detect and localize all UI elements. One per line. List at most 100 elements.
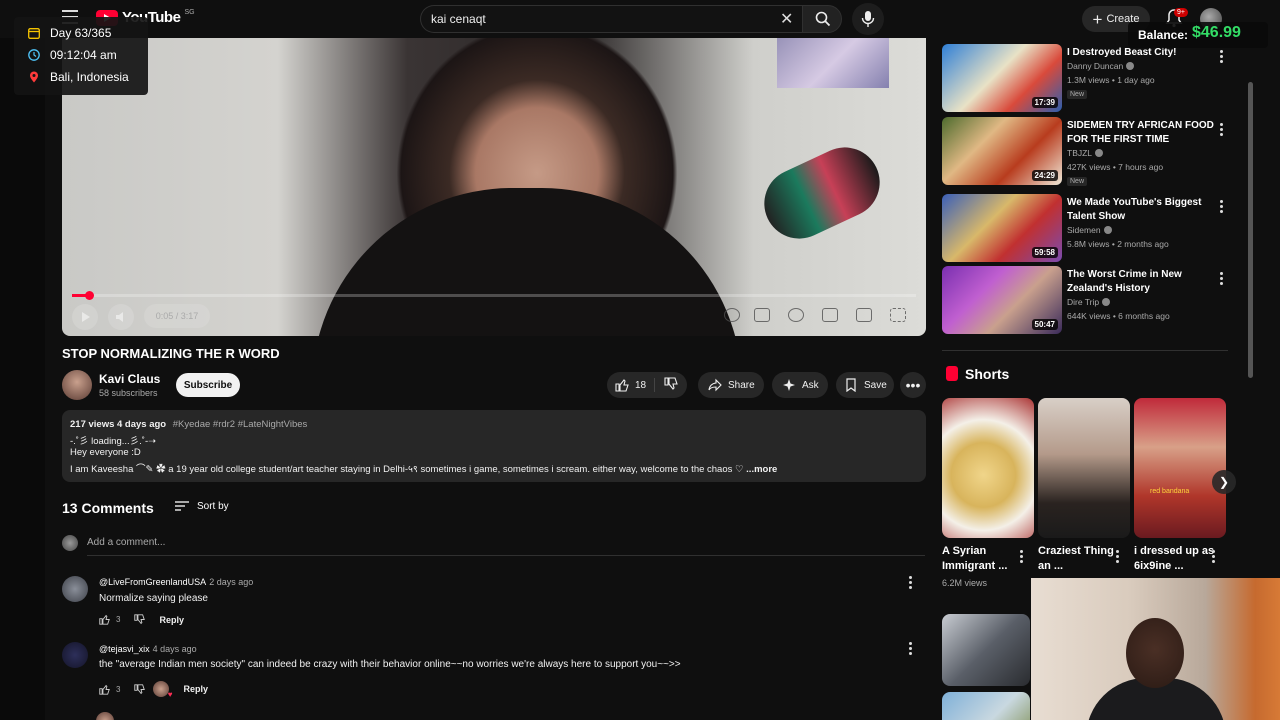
captions-icon[interactable] bbox=[754, 308, 770, 322]
description-line: I am Kaveesha ⌒✎ ✿ a 19 year old college… bbox=[70, 464, 778, 475]
comment-author[interactable]: @tejasvi_xix 4 days ago bbox=[99, 644, 197, 654]
comment-like-button[interactable]: 3 bbox=[99, 684, 120, 695]
short-thumbnail[interactable] bbox=[942, 398, 1034, 538]
search-query[interactable]: kai cenaqt bbox=[431, 12, 486, 26]
settings-gear-icon[interactable] bbox=[788, 308, 804, 322]
autoplay-toggle-icon[interactable] bbox=[724, 308, 740, 322]
short-menu-icon[interactable] bbox=[1116, 550, 1120, 563]
left-edge bbox=[0, 38, 45, 720]
thumbs-up-icon bbox=[99, 614, 110, 625]
video-thumbnail[interactable]: 24:29 bbox=[942, 117, 1062, 185]
short-thumbnail[interactable] bbox=[942, 614, 1030, 686]
comment-avatar[interactable] bbox=[62, 642, 88, 668]
stream-info-overlay: Day 63/365 09:12:04 am Bali, Indonesia bbox=[14, 17, 148, 95]
reply-button[interactable]: Reply bbox=[183, 684, 208, 694]
comment-menu-icon[interactable] bbox=[909, 576, 913, 589]
shorts-heading: Shorts bbox=[965, 366, 1010, 382]
comment-avatar[interactable] bbox=[62, 576, 88, 602]
reply-button[interactable]: Reply bbox=[159, 615, 184, 625]
clear-search-icon[interactable]: ✕ bbox=[780, 9, 793, 29]
channel-name[interactable]: Kavi Claus bbox=[99, 372, 160, 386]
short-title[interactable]: Craziest Thing an ... bbox=[1038, 544, 1120, 574]
short-caption: red bandana bbox=[1150, 488, 1190, 495]
recommended-channel[interactable]: TBJZL bbox=[1067, 148, 1104, 158]
streamer-webcam bbox=[1031, 578, 1280, 720]
play-icon bbox=[82, 312, 90, 322]
description-line: -.˚彡 loading...彡.˚-➝ bbox=[70, 436, 157, 447]
video-thumbnail[interactable]: 17:39 bbox=[942, 44, 1062, 112]
volume-icon bbox=[116, 312, 123, 322]
comment-like-button[interactable]: 3 bbox=[99, 614, 120, 625]
thumbs-down-icon[interactable] bbox=[134, 614, 146, 625]
recommended-video[interactable]: 17:39 I Destroyed Beast City! Danny Dunc… bbox=[942, 44, 1232, 114]
search-button[interactable] bbox=[802, 5, 842, 33]
balance-label: Balance: bbox=[1138, 28, 1189, 42]
miniplayer-icon[interactable] bbox=[822, 308, 838, 322]
shorts-next-button[interactable]: ❯ bbox=[1212, 470, 1236, 494]
short-menu-icon[interactable] bbox=[1212, 550, 1216, 563]
clock-icon bbox=[28, 49, 40, 61]
recommended-title[interactable]: SIDEMEN TRY AFRICAN FOOD FOR THE FIRST T… bbox=[1067, 119, 1217, 147]
dislike-button[interactable] bbox=[655, 376, 678, 394]
reply-avatar[interactable] bbox=[96, 712, 114, 720]
video-menu-icon[interactable] bbox=[1220, 50, 1224, 63]
page-scrollbar[interactable] bbox=[1248, 82, 1253, 378]
video-thumbnail[interactable]: 59:58 bbox=[942, 194, 1062, 262]
recommended-title[interactable]: We Made YouTube's Biggest Talent Show bbox=[1067, 196, 1217, 224]
shorts-logo-icon bbox=[946, 366, 958, 381]
progress-scrubber[interactable] bbox=[84, 291, 94, 300]
day-counter: Day 63/365 bbox=[28, 26, 111, 40]
like-button[interactable]: 18 bbox=[607, 378, 655, 392]
ask-button[interactable]: Ask bbox=[772, 372, 828, 398]
subscribe-button[interactable]: Subscribe bbox=[176, 373, 240, 397]
recommended-channel[interactable]: Sidemen bbox=[1067, 225, 1112, 235]
save-button[interactable]: Save bbox=[836, 372, 894, 398]
video-duration: 24:29 bbox=[1031, 170, 1058, 181]
video-menu-icon[interactable] bbox=[1220, 272, 1224, 285]
short-title[interactable]: i dressed up as 6ix9ine ... bbox=[1134, 544, 1216, 574]
short-menu-icon[interactable] bbox=[1020, 550, 1024, 563]
recommended-video[interactable]: 50:47 The Worst Crime in New Zealand's H… bbox=[942, 266, 1232, 336]
fullscreen-icon[interactable] bbox=[890, 308, 906, 322]
more-actions-button[interactable]: ••• bbox=[900, 372, 926, 398]
thumbs-down-icon[interactable] bbox=[134, 683, 146, 695]
play-button[interactable] bbox=[72, 304, 98, 330]
video-title: STOP NORMALIZING THE R WORD bbox=[62, 346, 280, 361]
new-badge: New bbox=[1067, 90, 1088, 99]
video-menu-icon[interactable] bbox=[1220, 123, 1224, 136]
description-tags[interactable]: #Kyedae #rdr2 #LateNightVibes bbox=[173, 419, 308, 430]
recommended-channel[interactable]: Dire Trip bbox=[1067, 297, 1111, 307]
recommended-video[interactable]: 59:58 We Made YouTube's Biggest Talent S… bbox=[942, 194, 1232, 264]
theater-mode-icon[interactable] bbox=[856, 308, 872, 322]
recommended-video[interactable]: 24:29 SIDEMEN TRY AFRICAN FOOD FOR THE F… bbox=[942, 117, 1232, 187]
comment-actions: 3 Reply bbox=[99, 614, 184, 625]
short-thumbnail[interactable] bbox=[942, 692, 1030, 720]
short-thumbnail[interactable]: red bandana bbox=[1134, 398, 1226, 538]
recommended-channel[interactable]: Danny Duncan bbox=[1067, 61, 1135, 71]
share-button[interactable]: Share bbox=[698, 372, 764, 398]
verified-icon bbox=[1095, 149, 1104, 157]
recommended-meta: 427K views • 7 hours ago bbox=[1067, 162, 1164, 172]
comment-author[interactable]: @LiveFromGreenlandUSA 2 days ago bbox=[99, 577, 253, 587]
voice-search-button[interactable] bbox=[852, 3, 884, 35]
webcam-person-head bbox=[1126, 618, 1184, 688]
video-menu-icon[interactable] bbox=[1220, 200, 1224, 213]
add-comment-input[interactable]: Add a comment... bbox=[87, 537, 165, 548]
recommended-meta: 644K views • 6 months ago bbox=[1067, 311, 1170, 321]
channel-avatar[interactable] bbox=[62, 370, 92, 400]
video-thumbnail[interactable]: 50:47 bbox=[942, 266, 1062, 334]
video-progress-bar[interactable] bbox=[72, 291, 916, 300]
sort-comments-button[interactable]: Sort by bbox=[175, 500, 229, 512]
volume-button[interactable] bbox=[108, 304, 134, 330]
description-more-link[interactable]: ...more bbox=[746, 464, 777, 475]
verified-icon bbox=[1126, 62, 1135, 70]
recommended-title[interactable]: The Worst Crime in New Zealand's History bbox=[1067, 268, 1217, 296]
video-player[interactable]: 0:05 / 3:17 bbox=[62, 38, 926, 336]
short-title[interactable]: A Syrian Immigrant ... bbox=[942, 544, 1024, 574]
thumbs-down-icon bbox=[664, 376, 678, 390]
comment-menu-icon[interactable] bbox=[909, 642, 913, 655]
chevron-right-icon: ❯ bbox=[1218, 475, 1230, 489]
recommended-title[interactable]: I Destroyed Beast City! bbox=[1067, 46, 1217, 60]
short-thumbnail[interactable] bbox=[1038, 398, 1130, 538]
comment-input-underline bbox=[87, 555, 925, 556]
